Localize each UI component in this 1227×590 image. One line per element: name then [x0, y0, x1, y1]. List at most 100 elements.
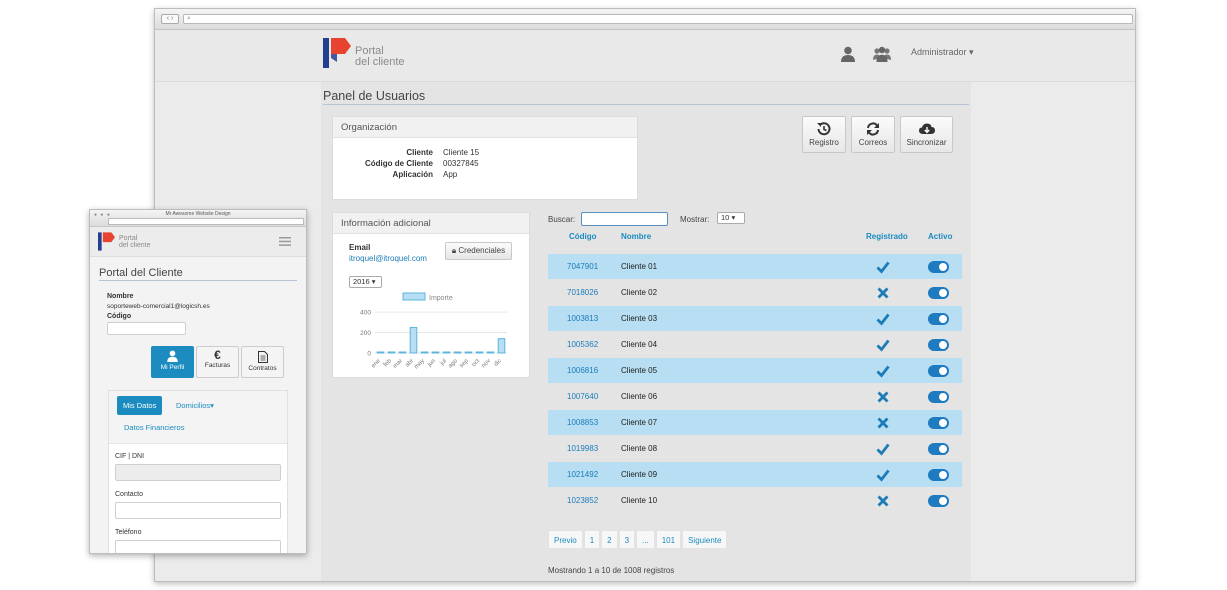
correos-label: Correos — [858, 138, 888, 147]
facturas-button[interactable]: € Facturas — [196, 346, 239, 378]
pagination-item[interactable]: 1 — [583, 530, 601, 549]
sincronizar-label: Sincronizar — [906, 138, 947, 147]
active-toggle[interactable] — [928, 339, 949, 351]
row-name: Cliente 05 — [621, 366, 658, 375]
active-toggle[interactable] — [928, 287, 949, 299]
mobile-title-divider — [99, 280, 297, 281]
header-nombre[interactable]: Nombre — [621, 232, 651, 241]
mobile-address-bar[interactable] — [108, 218, 304, 225]
pagination-item[interactable]: ... — [636, 530, 655, 549]
page-size-select[interactable]: 10 ▾ — [717, 212, 745, 224]
user-icon — [167, 350, 178, 362]
facturas-label: Facturas — [204, 362, 231, 369]
back-forward-buttons[interactable]: ‹ › — [161, 14, 179, 24]
row-code[interactable]: 1008853 — [567, 418, 598, 427]
mi-perfil-button[interactable]: Mi Perfil — [151, 346, 194, 378]
table-row[interactable]: 1005362 Cliente 04 — [548, 332, 962, 357]
table-row[interactable]: 1006816 Cliente 05 — [548, 358, 962, 383]
row-code[interactable]: 7047901 — [567, 262, 598, 271]
row-name: Cliente 01 — [621, 262, 658, 271]
x-tick-label: feb — [383, 358, 394, 369]
table-row[interactable]: 1007640 Cliente 06 — [548, 384, 962, 409]
users-group-icon[interactable] — [873, 46, 891, 62]
telefono-input[interactable] — [115, 540, 281, 553]
org-value: App — [443, 170, 458, 179]
caret-down-icon: ▾ — [371, 277, 376, 286]
mobile-page-title: Portal del Cliente — [99, 267, 183, 279]
contratos-button[interactable]: Contratos — [241, 346, 284, 378]
row-code[interactable]: 1023852 — [567, 496, 598, 505]
cross-icon — [877, 417, 889, 429]
table-row[interactable]: 1003813 Cliente 03 — [548, 306, 962, 331]
tab-datos-financieros[interactable]: Datos Financieros — [124, 423, 184, 432]
table-info: Mostrando 1 a 10 de 1008 registros — [548, 566, 675, 575]
active-toggle[interactable] — [928, 313, 949, 325]
active-toggle[interactable] — [928, 443, 949, 455]
row-code[interactable]: 1006816 — [567, 366, 598, 375]
caret-down-icon: ▾ — [731, 213, 736, 222]
active-toggle[interactable] — [928, 391, 949, 403]
pagination-item[interactable]: Previo — [548, 530, 583, 549]
user-icon[interactable] — [841, 46, 855, 62]
active-toggle[interactable] — [928, 417, 949, 429]
row-code[interactable]: 1007640 — [567, 392, 598, 401]
email-label: Email — [349, 243, 371, 252]
logo-line-2: del cliente — [355, 56, 405, 68]
search-input[interactable] — [581, 212, 668, 226]
pagination-item[interactable]: 101 — [655, 530, 682, 549]
email-value[interactable]: itroquel@itroquel.com — [349, 254, 427, 263]
x-tick-label: sep — [459, 358, 471, 370]
codigo-input[interactable] — [107, 322, 186, 335]
hamburger-menu-icon[interactable] — [279, 237, 291, 246]
euro-icon: € — [214, 348, 221, 362]
portal-logo-icon[interactable] — [98, 231, 115, 252]
credenciales-button[interactable]: 🔒︎ Credenciales — [445, 242, 512, 260]
tab-mis-datos[interactable]: Mis Datos — [117, 396, 163, 415]
row-code[interactable]: 1019983 — [567, 444, 598, 453]
table-row[interactable]: 7018026 Cliente 02 — [548, 280, 962, 305]
sincronizar-button[interactable]: Sincronizar — [900, 116, 953, 153]
user-menu[interactable]: Administrador ▾ — [911, 47, 974, 58]
portal-logo-icon[interactable] — [323, 36, 351, 70]
year-select[interactable]: 2016 ▾ — [349, 276, 382, 288]
table-row[interactable]: 1019983 Cliente 08 — [548, 436, 962, 461]
pagination: Previo 1 2 3... 101 Siguiente — [548, 530, 728, 549]
codigo-label: Código — [107, 313, 132, 320]
org-value: Cliente 15 — [443, 148, 480, 157]
registro-label: Registro — [809, 138, 839, 147]
mobile-header: Portal del cliente — [90, 227, 306, 257]
row-code[interactable]: 1005362 — [567, 340, 598, 349]
contacto-input[interactable] — [115, 502, 281, 519]
tab-domicilios[interactable]: Domicilios▾ — [176, 401, 214, 410]
active-toggle[interactable] — [928, 495, 949, 507]
header-registrado[interactable]: Registrado — [866, 232, 908, 241]
y-tick-label: 400 — [360, 310, 371, 317]
registro-button[interactable]: Registro — [802, 116, 846, 153]
header-codigo[interactable]: Código — [569, 232, 597, 241]
nombre-label: Nombre — [107, 293, 134, 300]
correos-button[interactable]: Correos — [851, 116, 895, 153]
row-code[interactable]: 1021492 — [567, 470, 598, 479]
header-activo[interactable]: Activo — [928, 232, 952, 241]
row-code[interactable]: 7018026 — [567, 288, 598, 297]
table-row[interactable]: 1023852 Cliente 10 — [548, 488, 962, 513]
address-bar[interactable]: ⌕ — [183, 14, 1133, 24]
cross-icon — [877, 495, 889, 507]
active-toggle[interactable] — [928, 365, 949, 377]
table-row[interactable]: 1021492 Cliente 09 — [548, 462, 962, 487]
pagination-item[interactable]: 2 — [601, 530, 618, 549]
pagination-item[interactable]: 3 — [618, 530, 636, 549]
table-row[interactable]: 1008853 Cliente 07 — [548, 410, 962, 435]
active-toggle[interactable] — [928, 469, 949, 481]
logo-text: Portal del cliente — [119, 235, 151, 249]
row-code[interactable]: 1003813 — [567, 314, 598, 323]
check-icon — [876, 443, 890, 456]
row-name: Cliente 02 — [621, 288, 658, 297]
cif-input[interactable] — [115, 464, 281, 481]
nombre-value: soporteweb-comercial1@logicsh.es — [107, 303, 210, 310]
row-name: Cliente 08 — [621, 444, 658, 453]
search-label: Buscar: — [548, 215, 576, 224]
active-toggle[interactable] — [928, 261, 949, 273]
pagination-item[interactable]: Siguiente — [682, 530, 728, 549]
table-row[interactable]: 7047901 Cliente 01 — [548, 254, 962, 279]
